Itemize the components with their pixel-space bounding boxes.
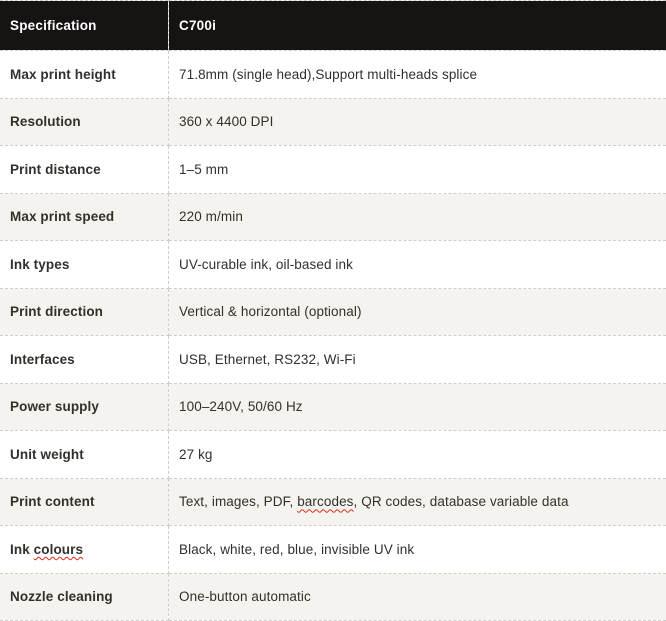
text-segment: 100–240V, 50/60 Hz — [179, 399, 303, 414]
text-segment: Black, white, red, blue, invisible UV in… — [179, 542, 414, 557]
text-segment: 220 m/min — [179, 209, 243, 224]
table-row: Interfaces USB, Ethernet, RS232, Wi-Fi — [0, 336, 666, 384]
spec-value: 1–5 mm — [169, 146, 666, 194]
text-segment: Ink — [10, 542, 34, 557]
text-segment: Text, images, PDF, — [179, 494, 297, 509]
text-segment: Max print speed — [10, 209, 114, 224]
spec-value: 220 m/min — [169, 193, 666, 241]
text-segment: Interfaces — [10, 352, 75, 367]
spec-label: Max print height — [0, 51, 169, 99]
text-segment: 1–5 mm — [179, 162, 228, 177]
table-row: Ink types UV-curable ink, oil-based ink — [0, 241, 666, 289]
table-row: Resolution 360 x 4400 DPI — [0, 98, 666, 146]
text-segment: Print content — [10, 494, 95, 509]
spec-value: 360 x 4400 DPI — [169, 98, 666, 146]
text-segment: UV-curable ink, oil-based ink — [179, 257, 353, 272]
spec-label: Ink types — [0, 241, 169, 289]
spec-label: Power supply — [0, 383, 169, 431]
text-segment: Print distance — [10, 162, 101, 177]
spec-table-header: Specification C700i — [0, 1, 666, 51]
spec-table: Specification C700i Max print height 71.8… — [0, 0, 666, 621]
table-row: Max print height 71.8mm (single head),Sup… — [0, 51, 666, 99]
spec-label: Max print speed — [0, 193, 169, 241]
spec-value: Vertical & horizontal (optional) — [169, 288, 666, 336]
text-segment: Unit weight — [10, 447, 84, 462]
text-segment: Print direction — [10, 304, 103, 319]
table-row: Print direction Vertical & horizontal (op… — [0, 288, 666, 336]
table-row: Ink colours Black, white, red, blue, invi… — [0, 526, 666, 574]
spec-value: 100–240V, 50/60 Hz — [169, 383, 666, 431]
text-segment: One-button automatic — [179, 589, 311, 604]
text-segment: Ink types — [10, 257, 69, 272]
spec-value: Black, white, red, blue, invisible UV in… — [169, 526, 666, 574]
header-row: Specification C700i — [0, 1, 666, 51]
spec-label: Print direction — [0, 288, 169, 336]
spec-value: Text, images, PDF, barcodes, QR codes, d… — [169, 478, 666, 526]
text-segment: Resolution — [10, 114, 81, 129]
spec-label: Unit weight — [0, 431, 169, 479]
text-segment: 71.8mm (single head),Support multi-heads… — [179, 67, 477, 82]
spec-value: USB, Ethernet, RS232, Wi-Fi — [169, 336, 666, 384]
spec-value: One-button automatic — [169, 573, 666, 621]
text-segment: Power supply — [10, 399, 99, 414]
spec-label: Nozzle cleaning — [0, 573, 169, 621]
spec-value: UV-curable ink, oil-based ink — [169, 241, 666, 289]
text-segment: Nozzle cleaning — [10, 589, 113, 604]
spec-label: Resolution — [0, 98, 169, 146]
spec-value: 27 kg — [169, 431, 666, 479]
table-row: Unit weight 27 kg — [0, 431, 666, 479]
table-row: Max print speed 220 m/min — [0, 193, 666, 241]
table-row: Print distance 1–5 mm — [0, 146, 666, 194]
spec-label: Print content — [0, 478, 169, 526]
header-cell-specification: Specification — [0, 1, 169, 51]
table-row: Print content Text, images, PDF, barcodes… — [0, 478, 666, 526]
spec-label: Interfaces — [0, 336, 169, 384]
spec-table-body: Max print height 71.8mm (single head),Sup… — [0, 51, 666, 621]
spec-label: Print distance — [0, 146, 169, 194]
text-segment: USB, Ethernet, RS232, Wi-Fi — [179, 352, 356, 367]
table-row: Power supply 100–240V, 50/60 Hz — [0, 383, 666, 431]
spec-value: 71.8mm (single head),Support multi-heads… — [169, 51, 666, 99]
text-segment: 360 x 4400 DPI — [179, 114, 273, 129]
text-segment: , QR codes, database variable data — [354, 494, 569, 509]
table-row: Nozzle cleaning One-button automatic — [0, 573, 666, 621]
spec-label: Ink colours — [0, 526, 169, 574]
text-segment: 27 kg — [179, 447, 213, 462]
text-segment: Max print height — [10, 67, 116, 82]
misspelled-word: colours — [34, 542, 83, 557]
misspelled-word: barcodes — [297, 494, 353, 509]
text-segment: Vertical & horizontal (optional) — [179, 304, 362, 319]
header-cell-model: C700i — [169, 1, 666, 51]
